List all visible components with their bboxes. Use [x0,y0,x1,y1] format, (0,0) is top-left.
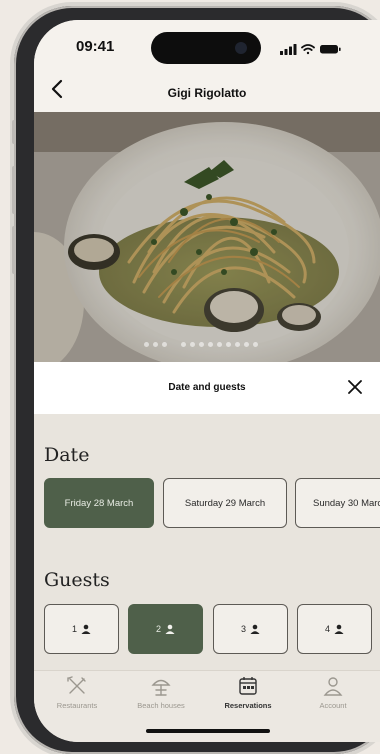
home-indicator [146,729,270,733]
person-icon [334,624,344,634]
tab-label: Reservations [224,701,272,710]
sheet-title: Date and guests [168,382,246,393]
wifi-icon [301,44,315,55]
restaurant-photo[interactable] [34,112,380,362]
status-time: 09:41 [76,38,115,55]
mute-switch [12,120,16,144]
volume-up-button [12,166,16,214]
guest-count: 1 [71,624,77,634]
screen: 09:41 Gigi Rigolatto Date and guests Dat… [34,20,380,742]
camera-icon [235,42,247,54]
date-label: Date [44,444,90,466]
date-option-label: Saturday 29 March [184,497,266,509]
page-title: Gigi Rigolatto [167,86,247,100]
tab-reservations[interactable]: Reservations [205,675,291,710]
close-icon [348,380,362,394]
tab-account[interactable]: Account [290,675,376,710]
status-bar: 09:41 [34,20,380,72]
person-outline-icon [323,677,343,696]
guest-option-2[interactable]: 2 [128,604,203,654]
date-option-label: Friday 28 March [64,497,134,509]
tab-label: Beach houses [137,701,185,710]
tab-beach-houses[interactable]: Beach houses [118,675,204,710]
date-option-sunday[interactable]: Sunday 30 March [295,478,380,528]
guest-count: 2 [155,624,161,634]
guest-option-3[interactable]: 3 [213,604,288,654]
tab-label: Restaurants [56,701,98,710]
status-icons [280,42,342,60]
guests-label: Guests [44,569,110,591]
tab-restaurants[interactable]: Restaurants [34,675,120,710]
date-option-friday[interactable]: Friday 28 March [44,478,154,528]
person-icon [81,624,91,634]
volume-down-button [12,226,16,274]
utensils-icon [67,676,86,694]
calendar-icon [239,677,257,695]
signal-icon [280,44,297,55]
sheet-header: Date and guests [34,362,380,414]
navigation-bar: Gigi Rigolatto [34,72,380,112]
person-icon [250,624,260,634]
beach-umbrella-icon [151,679,171,696]
guest-option-4[interactable]: 4 [297,604,372,654]
person-icon [165,624,175,634]
tab-label: Account [319,701,347,710]
photo-overlay [34,112,380,362]
close-button[interactable] [348,376,362,398]
date-option-label: Sunday 30 March [313,497,380,509]
date-option-saturday[interactable]: Saturday 29 March [163,478,287,528]
photo-pagination[interactable] [144,342,258,347]
battery-icon [320,45,341,54]
guest-option-1[interactable]: 1 [44,604,119,654]
guest-count: 3 [240,624,246,634]
dynamic-island [151,32,261,64]
guest-count: 4 [324,624,330,634]
